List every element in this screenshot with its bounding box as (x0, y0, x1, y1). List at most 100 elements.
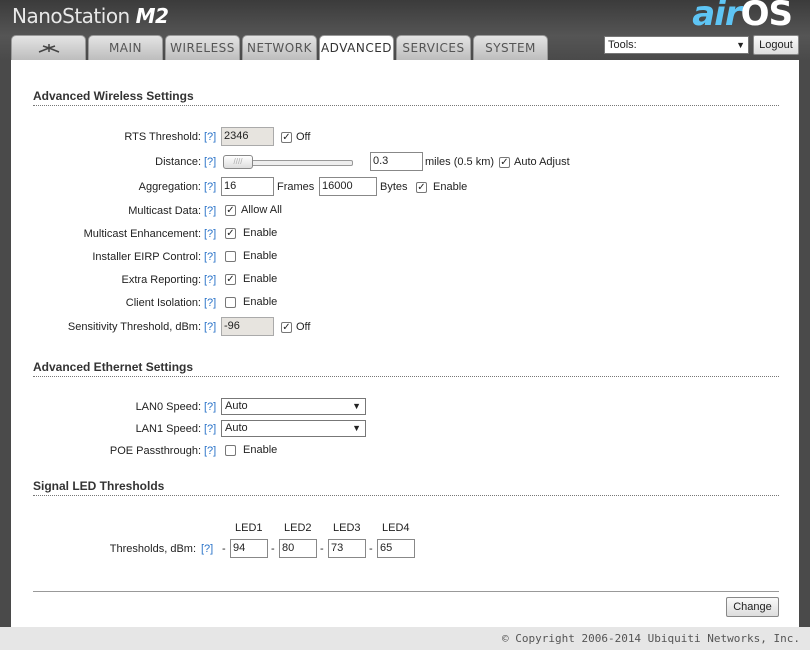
auto-adjust-checkbox[interactable]: ✓ (499, 157, 510, 168)
poe-help-link[interactable]: [?] (204, 445, 216, 457)
installer-eirp-checkbox[interactable] (225, 251, 236, 262)
section-title-ethernet: Advanced Ethernet Settings (33, 360, 779, 377)
frames-label: Frames (277, 181, 315, 193)
section-title-led: Signal LED Thresholds (33, 479, 779, 496)
multicast-enhancement-checkbox[interactable]: ✓ (225, 228, 236, 239)
tab-services[interactable]: SERVICES (396, 35, 471, 60)
change-button[interactable]: Change (726, 597, 779, 617)
poe-passthrough-enable-label: Enable (243, 444, 278, 456)
bytes-input[interactable]: 16000 (319, 177, 377, 196)
distance-help-link[interactable]: [?] (204, 156, 216, 168)
led4-header: LED4 (382, 522, 410, 534)
installer-eirp-help-link[interactable]: [?] (204, 251, 216, 263)
tab-advanced[interactable]: ADVANCED (319, 35, 394, 61)
header-bar: NanoStation M2 airOS MAIN WIRELESS NETWO… (0, 0, 810, 61)
lan1-speed-label: LAN1 Speed: (135, 423, 201, 435)
multicast-enhancement-enable-label: Enable (243, 227, 278, 239)
tab-wireless[interactable]: WIRELESS (165, 35, 240, 60)
extra-reporting-label: Extra Reporting: (121, 274, 201, 286)
client-isolation-enable-label: Enable (243, 296, 278, 308)
brand-model: M2 (135, 4, 169, 28)
led4-threshold-input[interactable]: 65 (377, 539, 415, 558)
rts-threshold-input[interactable]: 2346 (221, 127, 274, 146)
tab-system[interactable]: SYSTEM (473, 35, 548, 60)
bytes-label: Bytes (380, 181, 408, 193)
tab-network[interactable]: NETWORK (242, 35, 317, 60)
installer-eirp-label: Installer EIRP Control: (92, 251, 201, 263)
led4-dash: - (369, 543, 373, 555)
content-panel: Advanced Wireless Settings RTS Threshold… (11, 60, 799, 627)
led1-threshold-input[interactable]: 94 (230, 539, 268, 558)
auto-adjust-label: Auto Adjust (514, 156, 570, 168)
client-isolation-help-link[interactable]: [?] (204, 297, 216, 309)
lan1-speed-select[interactable]: Auto ▼ (221, 420, 366, 437)
sensitivity-threshold-input[interactable]: -96 (221, 317, 274, 336)
lan0-speed-value: Auto (225, 400, 248, 412)
thresholds-label: Thresholds, dBm: (109, 543, 196, 555)
poe-passthrough-label: POE Passthrough: (109, 445, 201, 457)
multicast-allow-label: Allow All (241, 204, 282, 216)
rts-threshold-label: RTS Threshold: (124, 131, 201, 143)
actions-divider (33, 591, 779, 592)
multicast-enhancement-label: Multicast Enhancement: (83, 228, 201, 240)
tab-main[interactable]: MAIN (88, 35, 163, 60)
distance-input[interactable]: 0.3 (370, 152, 423, 171)
lan0-speed-select[interactable]: Auto ▼ (221, 398, 366, 415)
chevron-down-icon: ▼ (352, 401, 361, 411)
multicast-help-link[interactable]: [?] (204, 205, 216, 217)
lan0-speed-label: LAN0 Speed: (135, 401, 201, 413)
distance-slider-handle[interactable]: //// (223, 155, 253, 169)
sensitivity-threshold-label: Sensitivity Threshold, dBm: (67, 321, 201, 333)
led3-threshold-input[interactable]: 73 (328, 539, 366, 558)
distance-unit: miles (0.5 km) (425, 156, 495, 168)
brand-name: NanoStation (12, 4, 130, 28)
extra-reporting-checkbox[interactable]: ✓ (225, 274, 236, 285)
aggregation-enable-label: Enable (433, 181, 468, 193)
lan0-help-link[interactable]: [?] (204, 401, 216, 413)
led3-dash: - (320, 543, 324, 555)
led1-header: LED1 (235, 522, 263, 534)
aggregation-enable-checkbox[interactable]: ✓ (416, 182, 427, 193)
sensitivity-help-link[interactable]: [?] (204, 321, 216, 333)
logo-os: OS (740, 0, 793, 34)
ubnt-logo-icon (38, 44, 59, 53)
aggregation-label: Aggregation: (138, 181, 201, 193)
copyright-text: © Copyright 2006-2014 Ubiquiti Networks,… (501, 632, 800, 645)
led3-header: LED3 (333, 522, 361, 534)
device-brand: NanoStation M2 (12, 4, 169, 28)
poe-passthrough-checkbox[interactable] (225, 445, 236, 456)
led1-dash: - (222, 543, 226, 555)
installer-eirp-enable-label: Enable (243, 250, 278, 262)
tools-select[interactable]: Tools: ▼ (604, 36, 749, 54)
lan1-speed-value: Auto (225, 422, 248, 434)
client-isolation-label: Client Isolation: (125, 297, 201, 309)
multicast-data-label: Multicast Data: (128, 205, 201, 217)
multicast-enhancement-help-link[interactable]: [?] (204, 228, 216, 240)
multicast-allow-checkbox[interactable]: ✓ (225, 205, 236, 216)
logo-air: air (692, 0, 741, 34)
chevron-down-icon: ▼ (736, 40, 745, 50)
sensitivity-off-checkbox[interactable]: ✓ (281, 322, 292, 333)
client-isolation-checkbox[interactable] (225, 297, 236, 308)
led2-header: LED2 (284, 522, 312, 534)
led2-threshold-input[interactable]: 80 (279, 539, 317, 558)
airos-logo: airOS (692, 0, 793, 34)
thresholds-help-link[interactable]: [?] (201, 543, 213, 555)
chevron-down-icon: ▼ (352, 423, 361, 433)
sensitivity-off-label: Off (296, 321, 311, 333)
tools-value: Tools: (608, 39, 637, 51)
led2-dash: - (271, 543, 275, 555)
aggregation-help-link[interactable]: [?] (204, 181, 216, 193)
extra-reporting-help-link[interactable]: [?] (204, 274, 216, 286)
section-title-wireless: Advanced Wireless Settings (33, 89, 779, 106)
tab-ubnt-logo[interactable] (11, 35, 86, 60)
rts-help-link[interactable]: [?] (204, 131, 216, 143)
footer: © Copyright 2006-2014 Ubiquiti Networks,… (0, 627, 810, 650)
frames-input[interactable]: 16 (221, 177, 274, 196)
lan1-help-link[interactable]: [?] (204, 423, 216, 435)
rts-off-label: Off (296, 131, 311, 143)
logout-button[interactable]: Logout (753, 35, 799, 55)
extra-reporting-enable-label: Enable (243, 273, 278, 285)
distance-label: Distance: (155, 156, 201, 168)
rts-off-checkbox[interactable]: ✓ (281, 132, 292, 143)
